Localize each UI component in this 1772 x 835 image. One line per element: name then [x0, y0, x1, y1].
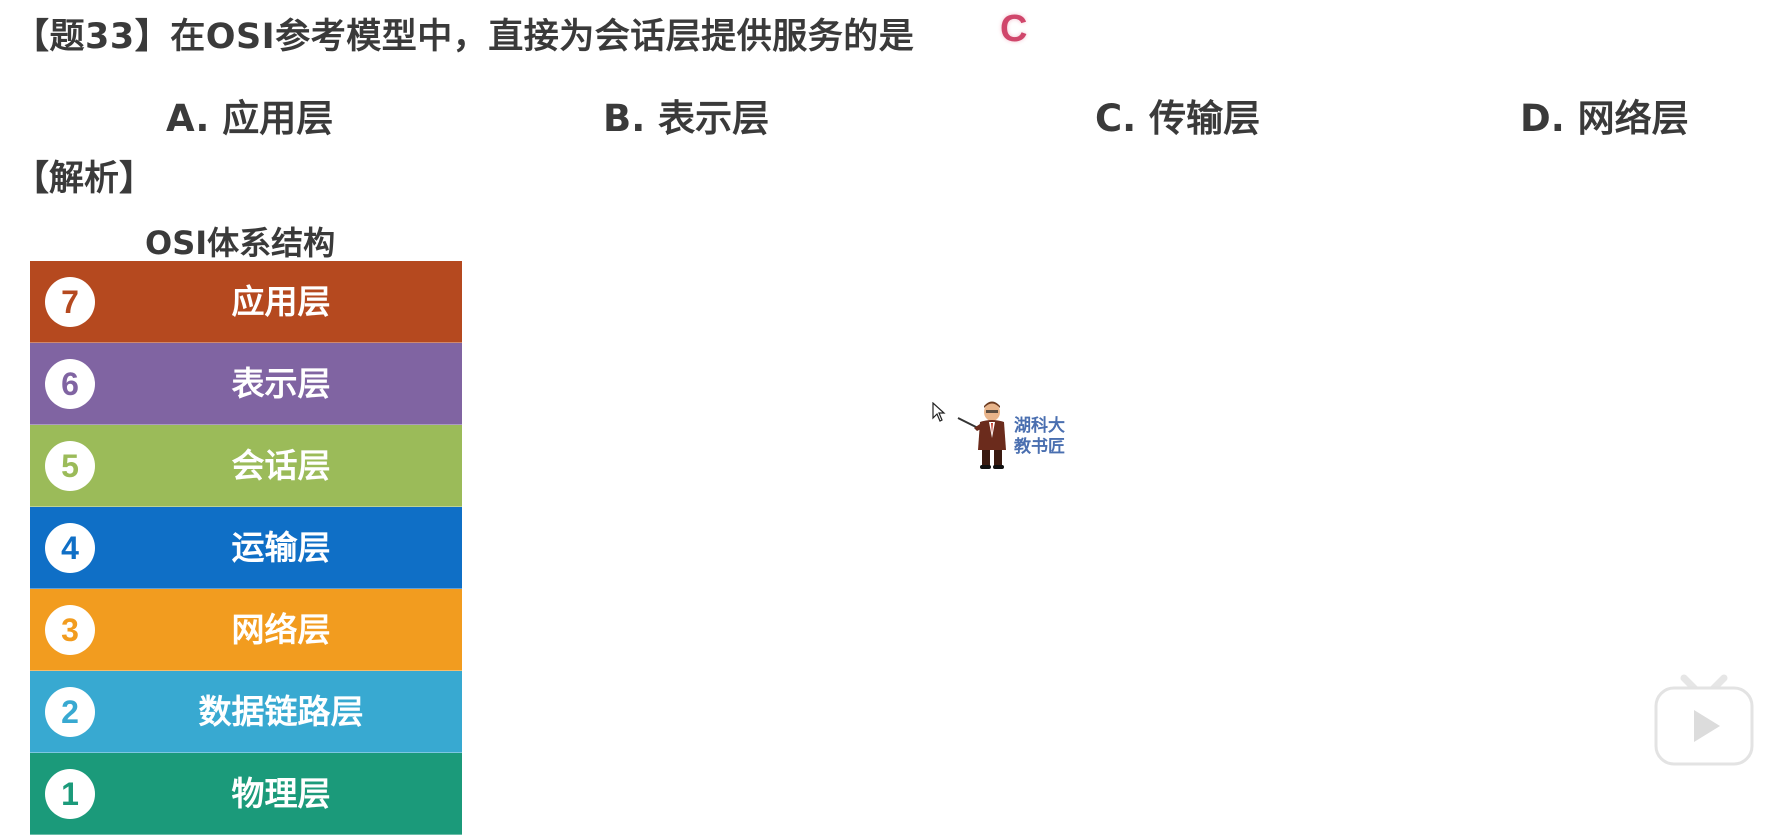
option-b: B. 表示层 [603, 97, 770, 140]
layer-number: 5 [45, 441, 95, 491]
question-text: 【题33】在OSI参考模型中，直接为会话层提供服务的是 [14, 17, 915, 57]
layer-number: 3 [45, 605, 95, 655]
osi-layer-2: 2 数据链路层 [30, 671, 462, 753]
osi-layer-stack: 7 应用层 6 表示层 5 会话层 4 运输层 3 网络层 2 数据链路层 1 … [30, 261, 462, 835]
option-a: A. 应用层 [166, 97, 334, 140]
osi-layer-3: 3 网络层 [30, 589, 462, 671]
osi-layer-7: 7 应用层 [30, 261, 462, 343]
analysis-label: 【解析】 [14, 159, 155, 199]
osi-title: OSI体系结构 [145, 224, 336, 262]
layer-name: 数据链路层 [198, 692, 364, 731]
option-c: C. 传输层 [1095, 97, 1261, 140]
layer-number: 1 [45, 769, 95, 819]
layer-name: 应用层 [231, 282, 331, 321]
layer-number: 6 [45, 359, 95, 409]
layer-number: 4 [45, 523, 95, 573]
watermark-line-2: 教书匠 [1014, 437, 1065, 457]
option-d: D. 网络层 [1520, 97, 1689, 140]
layer-name: 运输层 [231, 528, 331, 567]
layer-number: 2 [45, 687, 95, 737]
osi-layer-6: 6 表示层 [30, 343, 462, 425]
layer-name: 物理层 [231, 774, 331, 813]
watermark-line-1: 湖科大 [1014, 416, 1065, 436]
play-icon[interactable] [1652, 672, 1756, 768]
osi-layer-1: 1 物理层 [30, 753, 462, 835]
answer-mark: C [1000, 8, 1028, 50]
layer-name: 会话层 [231, 446, 331, 485]
osi-layer-5: 5 会话层 [30, 425, 462, 507]
layer-name: 网络层 [231, 610, 331, 649]
layer-number: 7 [45, 277, 95, 327]
osi-layer-4: 4 运输层 [30, 507, 462, 589]
layer-name: 表示层 [231, 364, 331, 403]
watermark-logo: 湖科大 教书匠 [1014, 416, 1065, 458]
